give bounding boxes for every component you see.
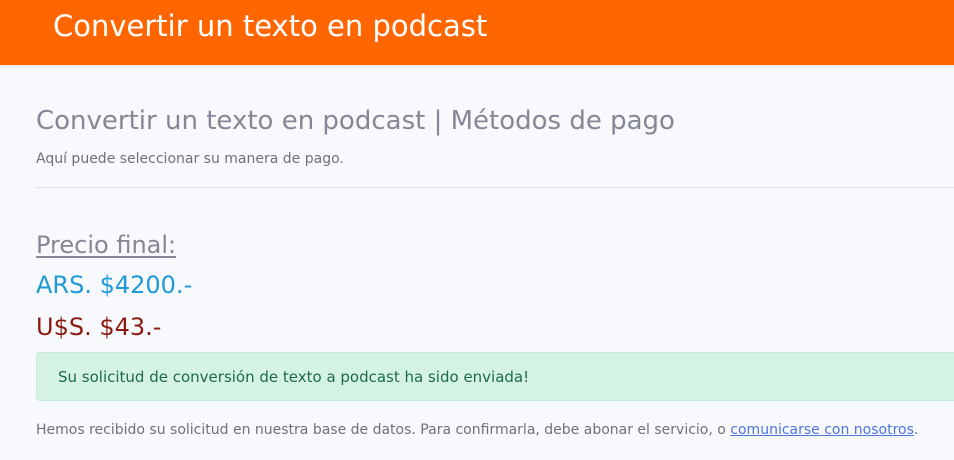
info-text: Hemos recibido su solicitud en nuestra b… bbox=[36, 422, 731, 438]
page-title: Convertir un texto en podcast | Métodos … bbox=[36, 106, 675, 136]
success-alert-message: Su solicitud de conversión de texto a po… bbox=[58, 368, 530, 386]
price-ars: ARS. $4200.- bbox=[36, 271, 193, 299]
final-price-label: Precio final: bbox=[36, 231, 177, 259]
success-alert: Su solicitud de conversión de texto a po… bbox=[36, 352, 954, 401]
section-divider bbox=[36, 187, 954, 188]
info-paragraph: Hemos recibido su solicitud en nuestra b… bbox=[36, 420, 918, 440]
page-subtitle: Aquí puede seleccionar su manera de pago… bbox=[36, 151, 344, 167]
contact-link[interactable]: comunicarse con nosotros bbox=[730, 422, 914, 438]
info-text-end: . bbox=[913, 422, 919, 438]
app-title: Convertir un texto en podcast bbox=[53, 9, 488, 43]
top-navbar: Convertir un texto en podcast bbox=[0, 0, 954, 65]
price-usd: U$S. $43.- bbox=[36, 313, 162, 341]
